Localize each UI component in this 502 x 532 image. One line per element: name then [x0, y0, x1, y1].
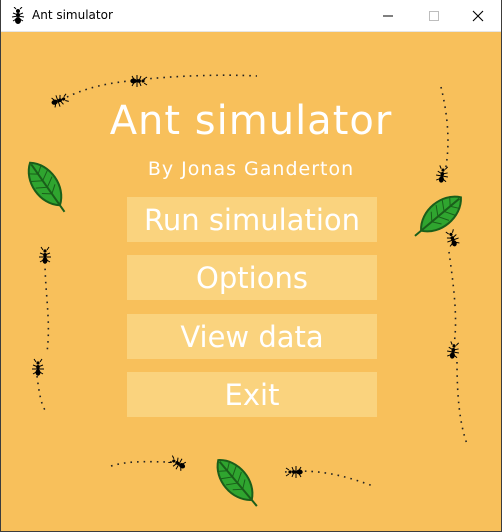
options-button[interactable]: Options: [127, 255, 377, 300]
run-simulation-button[interactable]: Run simulation: [127, 197, 377, 242]
maximize-icon: [429, 10, 439, 21]
ant-icon: [129, 74, 148, 88]
ant-trail: [110, 460, 174, 467]
ant-icon: [445, 340, 462, 361]
main-menu-screen: Ant simulator By Jonas Ganderton Run sim…: [1, 32, 501, 531]
ant-icon: [443, 228, 462, 249]
ant-trail: [36, 375, 46, 411]
app-title: Ant simulator: [109, 98, 393, 144]
maximize-button[interactable]: [411, 0, 457, 31]
ant-app-icon: [11, 7, 25, 24]
ant-icon: [38, 246, 52, 265]
view-data-button[interactable]: View data: [127, 314, 377, 359]
ant-trail: [456, 361, 468, 445]
author-subtitle: By Jonas Ganderton: [147, 158, 355, 180]
ant-trail: [448, 251, 457, 351]
ant-icon: [31, 358, 45, 377]
ant-icon: [285, 465, 304, 479]
ant-trail: [44, 261, 50, 353]
minimize-button[interactable]: [365, 0, 411, 31]
close-button[interactable]: [455, 0, 501, 31]
ant-icon: [166, 453, 189, 474]
close-icon: [472, 10, 484, 21]
window-title: Ant simulator: [32, 8, 113, 22]
leaf-icon: [208, 451, 268, 515]
minimize-icon: [383, 15, 393, 16]
app-window: Ant simulator Ant simulator By Jonas Gan…: [0, 0, 502, 532]
ant-trail: [60, 74, 258, 101]
title-bar[interactable]: Ant simulator: [1, 0, 501, 32]
exit-button[interactable]: Exit: [127, 372, 377, 417]
leaf-icon: [406, 187, 470, 247]
